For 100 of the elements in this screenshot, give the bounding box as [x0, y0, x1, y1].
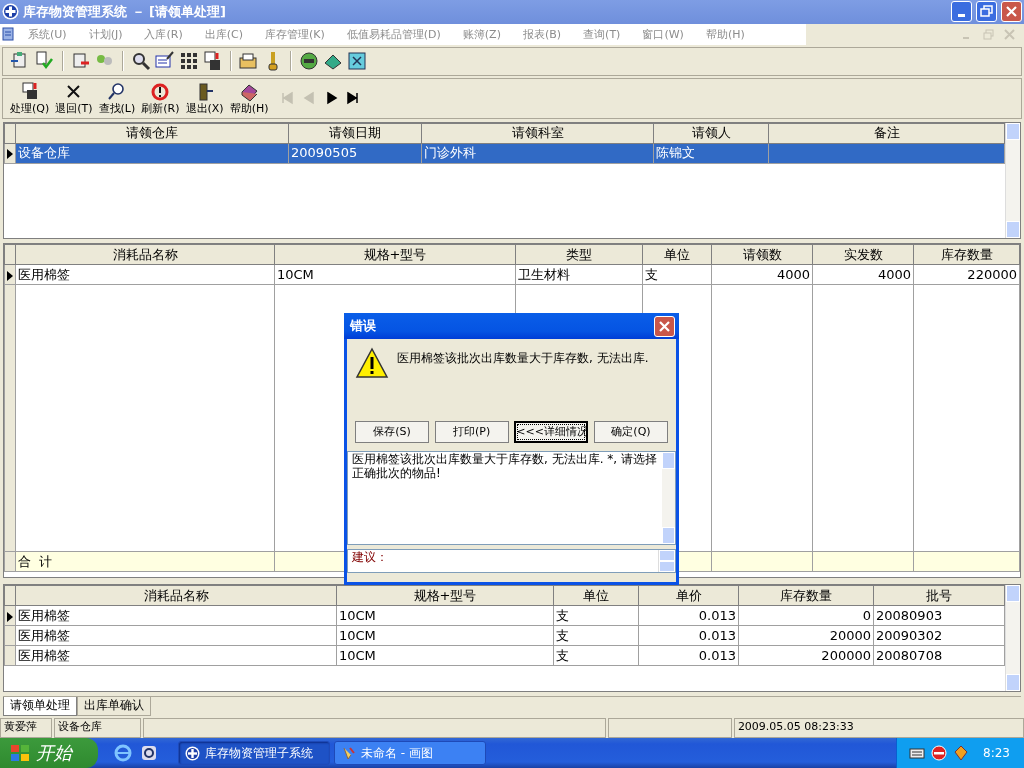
menu-item[interactable]: 库存管理(K) [252, 27, 335, 41]
save-icon[interactable] [203, 51, 223, 72]
table-cell: 4000 [812, 264, 914, 285]
table-cell: 0.013 [638, 645, 739, 666]
warning-icon [355, 347, 389, 379]
status-text: 黄爱萍 [0, 718, 52, 738]
column-header: 规格+型号 [274, 244, 516, 265]
menu-item[interactable]: 低值易耗品管理(D) [334, 27, 451, 41]
window-close-icon[interactable] [347, 51, 367, 72]
clock: 8:23 [983, 745, 1010, 761]
table-cell: 医用棉签 [15, 645, 337, 666]
column-header: 请领仓库 [15, 123, 289, 144]
table-cell: 20080903 [873, 605, 1005, 626]
column-header: 类型 [515, 244, 643, 265]
dialog-button[interactable]: 打印(P) [434, 421, 509, 443]
message-text: 医用棉签该批次出库数量大于库存数, 无法出库. [397, 351, 649, 367]
no-entry-icon[interactable] [931, 745, 948, 761]
table-cell: 10CM [336, 605, 554, 626]
menu-item[interactable]: 查询(T) [571, 27, 631, 41]
menu-item[interactable]: 计划(J) [76, 27, 133, 41]
taskbar-button[interactable]: 未命名 - 画图 [334, 741, 486, 765]
paint-icon [341, 745, 356, 761]
dialog-title: 错误 [350, 318, 376, 334]
save-icon [19, 81, 40, 102]
grid-icon[interactable] [179, 51, 199, 72]
menu-item[interactable]: 出库(C) [192, 27, 253, 41]
column-header: 单位 [553, 585, 639, 606]
menu-item[interactable]: 入库(R) [132, 27, 193, 41]
table-cell: 220000 [913, 264, 1020, 285]
return-button[interactable]: 退回(T) [52, 81, 96, 115]
search-button[interactable]: 查找(L) [95, 81, 139, 115]
table-cell: 支 [553, 605, 639, 626]
column-header: 库存数量 [913, 244, 1020, 265]
table-cell: 10CM [274, 264, 516, 285]
keyboard-icon[interactable] [909, 746, 926, 760]
tab[interactable]: 请领单处理 [3, 697, 77, 717]
column-header: 实发数 [812, 244, 914, 265]
column-header: 请领数 [711, 244, 813, 265]
table-cell: 0 [738, 605, 874, 626]
column-header: 请领日期 [288, 123, 422, 144]
column-header: 消耗品名称 [15, 244, 275, 265]
column-header: 单价 [638, 585, 739, 606]
last-icon[interactable] [345, 91, 360, 106]
window-title: 库存物资管理系统 － [请领单处理] [23, 4, 226, 20]
document-icon[interactable] [0, 26, 16, 43]
status-text: 设备仓库 [53, 718, 141, 738]
search-icon[interactable] [131, 51, 151, 72]
start-button[interactable]: 开始 [0, 738, 98, 768]
taskbar-button[interactable]: 库存物资管理子系统 [178, 741, 330, 765]
scrollbar[interactable] [1005, 585, 1020, 692]
help-button[interactable]: 帮助(H) [226, 81, 272, 115]
table-cell: 10CM [336, 645, 554, 666]
search-icon [106, 81, 127, 102]
menu-item[interactable]: 窗口(W) [630, 27, 694, 41]
stop-icon[interactable] [299, 51, 319, 72]
column-header: 备注 [768, 123, 1005, 144]
table-cell: 0.013 [638, 605, 739, 626]
column-header: 请领人 [653, 123, 769, 144]
restore-button[interactable] [976, 1, 997, 23]
process-button[interactable]: 处理(Q) [7, 81, 53, 115]
table-cell: 20080708 [873, 645, 1005, 666]
column-header: 消耗品名称 [15, 585, 337, 606]
menu-item[interactable]: 账簿(Z) [450, 27, 511, 41]
scrollbar[interactable] [1005, 122, 1020, 239]
menu-item[interactable]: 帮助(H) [693, 27, 755, 41]
table-cell: 医用棉签 [15, 264, 275, 285]
table-cell: 医用棉签 [15, 605, 337, 626]
total-label: 合 计 [18, 554, 53, 570]
exit-button[interactable]: 退出(X) [182, 81, 227, 115]
column-header: 库存数量 [738, 585, 874, 606]
column-header: 批号 [873, 585, 1005, 606]
column-header: 规格+型号 [336, 585, 554, 606]
minimize-icon [958, 14, 965, 18]
browser-icon[interactable] [140, 744, 158, 762]
dialog-button[interactable]: 确定(Q) [593, 421, 668, 443]
status-text: 2009.05.05 08:23:33 [733, 718, 1024, 738]
app-icon [2, 3, 19, 21]
refresh-button[interactable]: 刷新(R) [138, 81, 183, 115]
folder-icon[interactable] [239, 51, 259, 72]
table-cell: 支 [553, 625, 639, 646]
table-cell: 支 [553, 645, 639, 666]
table-cell: 10CM [336, 625, 554, 646]
close-button[interactable] [654, 315, 675, 337]
menu-item[interactable]: 系统(U) [16, 27, 77, 41]
menu-item[interactable]: 报表(B) [510, 27, 572, 41]
app-icon [185, 745, 200, 761]
close-button[interactable] [1001, 1, 1022, 23]
scrollbar[interactable] [661, 452, 675, 544]
refresh-icon [150, 81, 171, 102]
windows-logo-icon [10, 744, 30, 762]
dialog-button[interactable]: 保存(S) [355, 421, 429, 443]
minimize-button[interactable] [951, 1, 972, 23]
table-cell: 医用棉签 [15, 625, 337, 646]
table-cell: 0.013 [638, 625, 739, 646]
column-header: 请领科室 [421, 123, 654, 144]
tab[interactable]: 出库单确认 [77, 697, 151, 717]
suggestion-label: 建议： [352, 550, 388, 564]
table-cell: 支 [642, 264, 712, 285]
scrollbar[interactable] [658, 550, 675, 572]
table-cell: 20090302 [873, 625, 1005, 646]
